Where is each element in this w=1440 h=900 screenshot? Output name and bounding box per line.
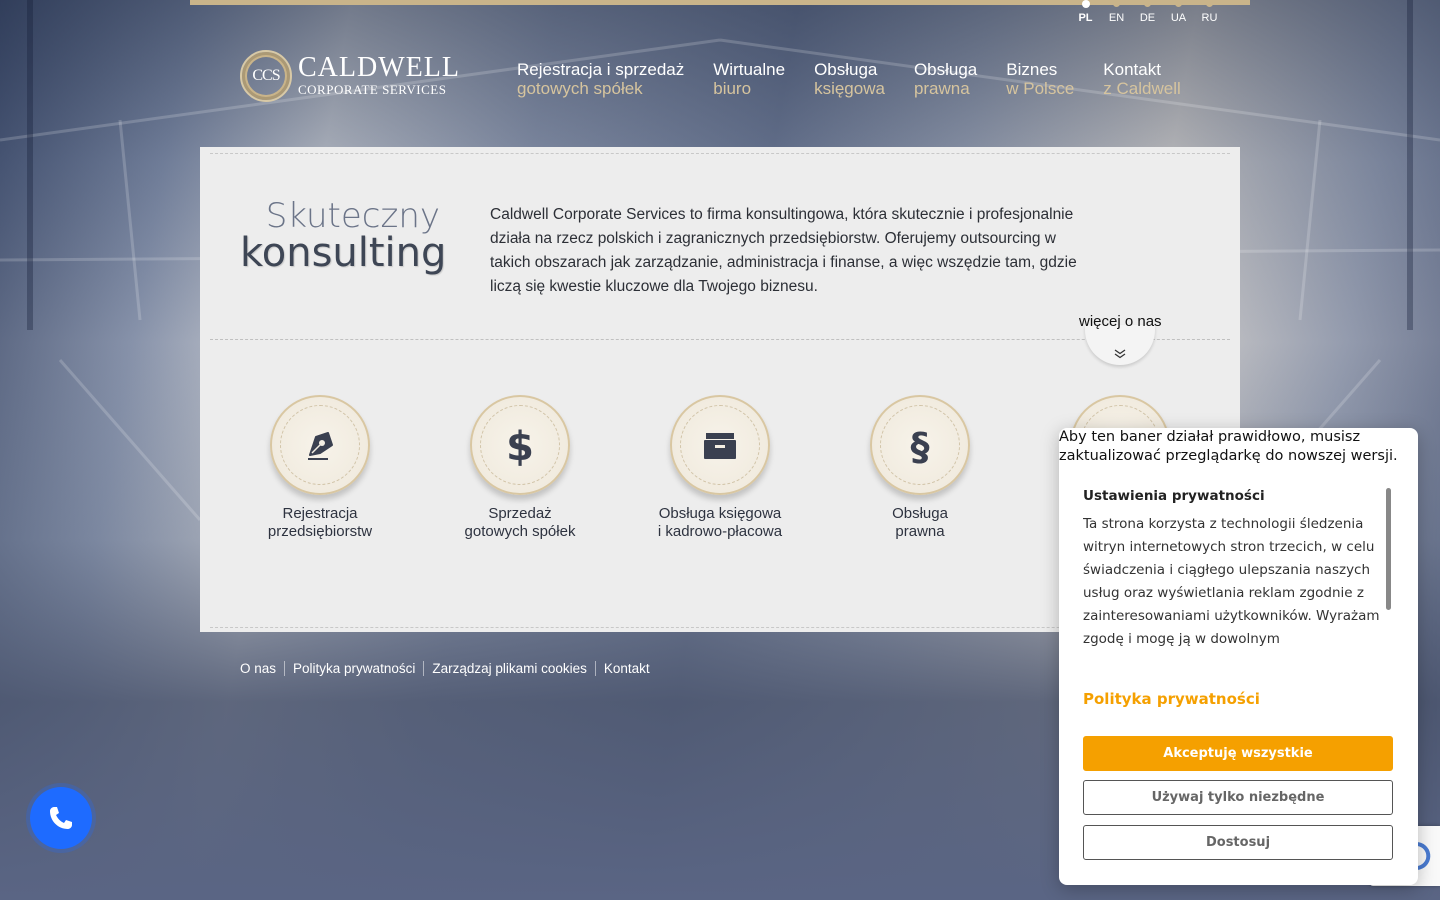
nav-virtual-office[interactable]: Wirtualne biuro bbox=[713, 60, 785, 98]
necessary-only-button[interactable]: Używaj tylko niezbędne bbox=[1083, 780, 1393, 815]
logo-subtitle: CORPORATE SERVICES bbox=[298, 82, 447, 97]
nav-registration[interactable]: Rejestracja i sprzedaż gotowych spółek bbox=[517, 60, 684, 98]
paragraph-icon: § bbox=[870, 395, 970, 495]
lang-de[interactable]: DE bbox=[1132, 0, 1163, 24]
logo[interactable]: CCS CALDWELL CORPORATE SERVICES bbox=[240, 50, 460, 102]
dollar-icon: $ bbox=[470, 395, 570, 495]
service-shelf-companies[interactable]: $ Sprzedaż gotowych spółek bbox=[420, 395, 620, 541]
logo-name: CALDWELL bbox=[298, 52, 460, 83]
pen-nib-icon bbox=[270, 395, 370, 495]
customize-button[interactable]: Dostosuj bbox=[1083, 825, 1393, 860]
lang-ru[interactable]: RU bbox=[1194, 0, 1225, 24]
svg-text:$: $ bbox=[506, 424, 534, 467]
footer-links: O nas Polityka prywatności Zarządzaj pli… bbox=[240, 661, 658, 676]
more-about-us-link[interactable]: więcej o nas bbox=[1079, 313, 1162, 330]
nav-contact[interactable]: Kontakt z Caldwell bbox=[1103, 60, 1180, 98]
hero-intro: Caldwell Corporate Services to firma kon… bbox=[490, 206, 1077, 295]
chevron-double-down-icon bbox=[1114, 349, 1126, 359]
call-button[interactable] bbox=[30, 787, 92, 849]
cookie-title: Ustawienia prywatności bbox=[1083, 488, 1265, 504]
footer-link-cookies[interactable]: Zarządzaj plikami cookies bbox=[423, 661, 595, 676]
footer-link-about[interactable]: O nas bbox=[240, 661, 284, 676]
footer-link-privacy[interactable]: Polityka prywatności bbox=[284, 661, 423, 676]
cookie-scrollbar[interactable] bbox=[1386, 488, 1391, 610]
logo-seal-icon: CCS bbox=[240, 50, 292, 102]
lang-ua[interactable]: UA bbox=[1163, 0, 1194, 24]
divider bbox=[210, 339, 1230, 340]
browser-update-warning: Aby ten baner działał prawidłowo, musisz… bbox=[1059, 429, 1398, 464]
phone-icon bbox=[50, 807, 72, 829]
lang-pl[interactable]: PL bbox=[1070, 0, 1101, 24]
service-registration[interactable]: Rejestracja przedsiębiorstw bbox=[220, 395, 420, 541]
svg-text:§: § bbox=[911, 425, 930, 467]
main-nav: Rejestracja i sprzedaż gotowych spółek Wi… bbox=[517, 60, 1181, 98]
accept-all-button[interactable]: Akceptuję wszystkie bbox=[1083, 736, 1393, 771]
nav-business-poland[interactable]: Biznes w Polsce bbox=[1006, 60, 1074, 98]
archive-icon bbox=[670, 395, 770, 495]
service-accounting[interactable]: Obsługa księgowa i kadrowo-płacowa bbox=[620, 395, 820, 541]
cookie-body-text: Ta strona korzysta z technologii śledzen… bbox=[1083, 516, 1380, 647]
nav-accounting[interactable]: Obsługa księgowa bbox=[814, 60, 885, 98]
more-about-us-button[interactable] bbox=[1085, 325, 1155, 365]
cookie-banner: Aby ten baner działał prawidłowo, musisz… bbox=[1059, 428, 1418, 885]
footer-link-contact[interactable]: Kontakt bbox=[594, 661, 658, 676]
lang-en[interactable]: EN bbox=[1101, 0, 1132, 24]
nav-legal[interactable]: Obsługa prawna bbox=[914, 60, 977, 98]
hero-headline: Skuteczny konsulting bbox=[240, 196, 447, 276]
privacy-policy-link[interactable]: Polityka prywatności bbox=[1083, 690, 1260, 708]
service-legal[interactable]: § Obsługa prawna bbox=[820, 395, 1020, 541]
language-switcher: PL EN DE UA RU bbox=[1070, 0, 1225, 24]
